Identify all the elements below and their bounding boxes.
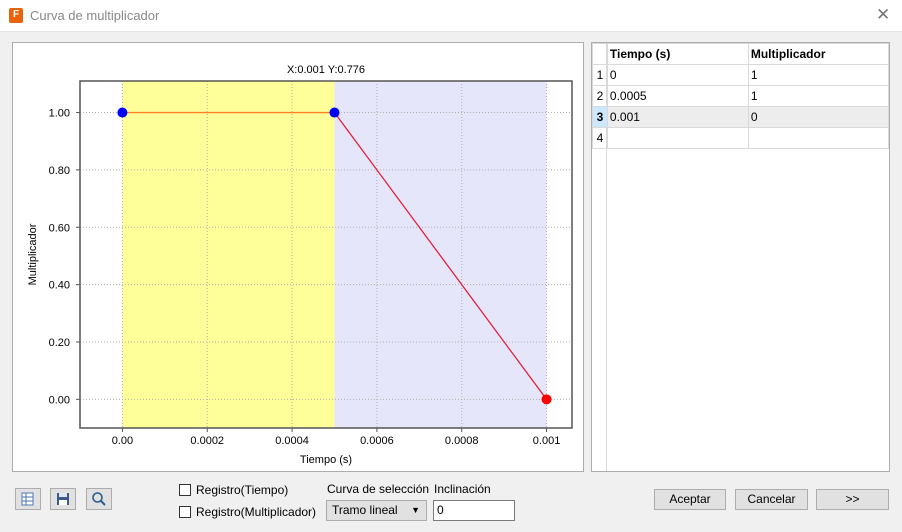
table-row[interactable]: 2 0.0005 1: [592, 85, 889, 107]
zoom-button[interactable]: [86, 488, 112, 510]
x-tick-label: 0.0006: [360, 435, 394, 447]
chart-title: X:0.001 Y:0.776: [287, 64, 365, 76]
curve-selection-value: Tramo lineal: [332, 503, 398, 517]
curve-point[interactable]: [541, 394, 552, 405]
curve-point[interactable]: [329, 107, 340, 118]
x-tick-label: 0.0008: [445, 435, 479, 447]
table-row-selected[interactable]: 3 0.001 0: [592, 106, 889, 128]
table-edit-icon: [21, 492, 34, 506]
row-number[interactable]: 2: [592, 85, 608, 107]
data-table: Tiempo (s) Multiplicador 1 0 1 2 0.0005 …: [592, 43, 889, 149]
table-edit-button[interactable]: [15, 488, 41, 510]
curve-selection-dropdown[interactable]: Tramo lineal ▼: [326, 500, 427, 521]
cell-tiempo[interactable]: 0: [606, 64, 749, 86]
x-tick-label: 0.00: [112, 435, 133, 447]
cell-multiplicador[interactable]: [747, 127, 889, 149]
zoom-icon: [92, 492, 106, 506]
slope-label: Inclinación: [434, 482, 491, 496]
y-tick-label: 0.80: [49, 165, 70, 177]
log-multiplier-checkbox[interactable]: Registro(Multiplicador): [179, 505, 316, 519]
cell-multiplicador[interactable]: 0: [747, 106, 889, 128]
column-header-multiplicador[interactable]: Multiplicador: [747, 43, 889, 65]
row-number[interactable]: 4: [592, 127, 608, 149]
app-icon: F: [9, 8, 23, 23]
accept-button[interactable]: Aceptar: [654, 489, 726, 510]
x-tick-label: 0.0004: [275, 435, 309, 447]
save-icon: [57, 493, 69, 505]
slope-input[interactable]: 0: [433, 500, 515, 521]
save-button[interactable]: [50, 488, 76, 510]
table-header-row: Tiempo (s) Multiplicador: [592, 43, 889, 65]
x-axis-label: Tiempo (s): [300, 454, 352, 466]
table-row[interactable]: 1 0 1: [592, 64, 889, 86]
cell-multiplicador[interactable]: 1: [747, 64, 889, 86]
y-axis-label: Multiplicador: [27, 223, 39, 285]
checkbox-box[interactable]: [179, 506, 191, 518]
cancel-button[interactable]: Cancelar: [735, 489, 808, 510]
cell-tiempo[interactable]: 0.001: [606, 106, 749, 128]
data-table-panel: Tiempo (s) Multiplicador 1 0 1 2 0.0005 …: [591, 42, 890, 472]
chart-panel: 0.00 0.0002 0.0004 0.0006 0.0008 0.001 0.00 0.2…: [12, 42, 584, 472]
window-title: Curva de multiplicador: [30, 8, 160, 23]
column-header-tiempo[interactable]: Tiempo (s): [606, 43, 749, 65]
y-tick-label: 1.00: [49, 108, 70, 120]
chart-region-2: [334, 81, 547, 428]
close-icon[interactable]: ✕: [876, 6, 890, 24]
title-bar: F Curva de multiplicador ✕: [0, 0, 902, 32]
curve-selection-label: Curva de selección: [327, 482, 430, 496]
y-tick-label: 0.40: [49, 280, 70, 292]
checkbox-box[interactable]: [179, 484, 191, 496]
corner-cell: [592, 43, 608, 65]
row-number[interactable]: 3: [592, 106, 608, 128]
log-multiplier-label: Registro(Multiplicador): [196, 505, 317, 519]
cell-tiempo[interactable]: 0.0005: [606, 85, 749, 107]
y-tick-label: 0.60: [49, 222, 70, 234]
x-tick-label: 0.0002: [190, 435, 224, 447]
curve-point[interactable]: [117, 107, 128, 118]
log-time-label: Registro(Tiempo): [196, 483, 289, 497]
chart-region-1: [122, 81, 335, 428]
x-tick-label: 0.001: [533, 435, 561, 447]
table-row[interactable]: 4: [592, 127, 889, 149]
row-number[interactable]: 1: [592, 64, 608, 86]
more-button[interactable]: >>: [816, 489, 889, 510]
y-tick-label: 0.20: [49, 337, 70, 349]
chart[interactable]: 0.00 0.0002 0.0004 0.0006 0.0008 0.001 0.00 0.2…: [13, 43, 583, 471]
log-time-checkbox[interactable]: Registro(Tiempo): [179, 483, 288, 497]
cell-tiempo[interactable]: [606, 127, 749, 149]
chevron-down-icon: ▼: [411, 505, 420, 515]
cell-multiplicador[interactable]: 1: [747, 85, 889, 107]
y-tick-label: 0.00: [49, 394, 70, 406]
